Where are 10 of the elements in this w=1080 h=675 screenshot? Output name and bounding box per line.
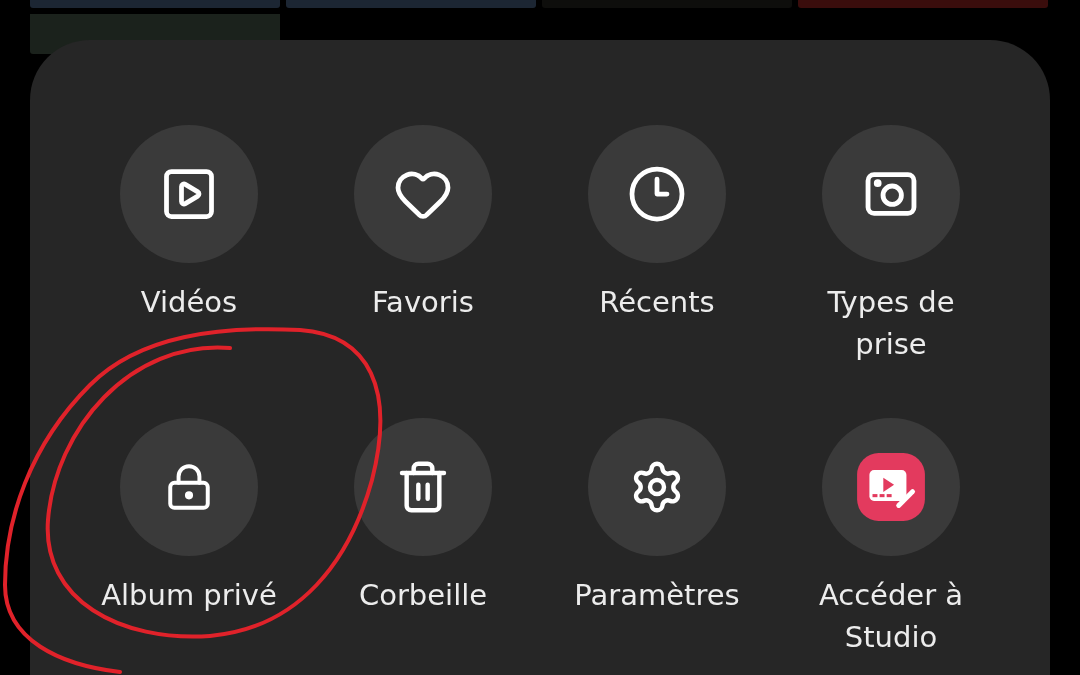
menu-item-label[interactable]: Paramètres bbox=[574, 574, 740, 616]
menu-item-label[interactable]: Accéder à Studio bbox=[796, 574, 986, 658]
menu-item-label[interactable]: Favoris bbox=[372, 281, 474, 323]
menu-item-label[interactable]: Vidéos bbox=[140, 281, 238, 323]
studio-app-icon bbox=[854, 450, 928, 524]
clock-icon bbox=[627, 164, 687, 224]
menu-item-label[interactable]: Corbeille bbox=[358, 574, 488, 616]
menu-item-label[interactable]: Types de prise bbox=[796, 281, 986, 365]
menu-item-label[interactable]: Récents bbox=[599, 281, 715, 323]
menu-item-label[interactable]: Album privé bbox=[101, 574, 277, 616]
